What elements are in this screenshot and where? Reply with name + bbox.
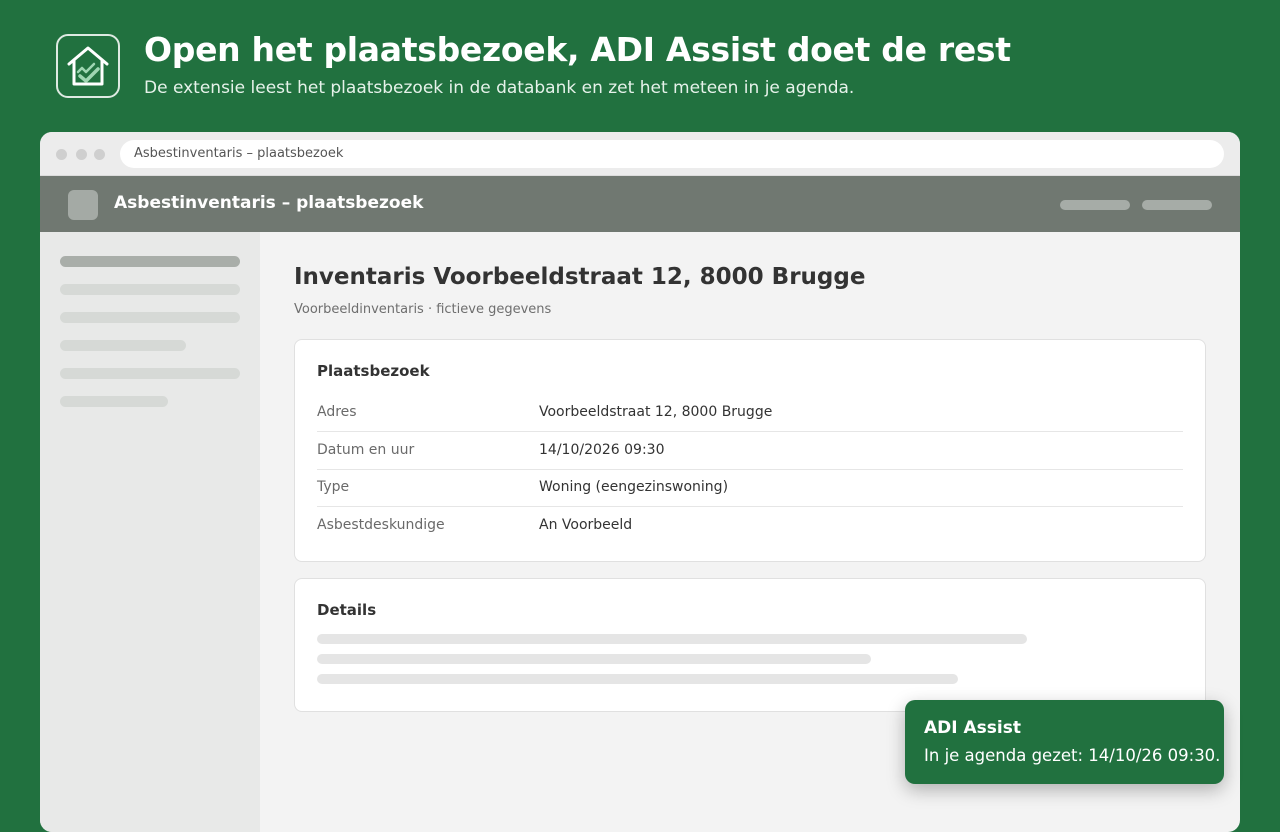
window-minimize-dot[interactable]	[76, 149, 87, 160]
sidebar	[40, 232, 260, 832]
details-placeholder-line	[317, 634, 1027, 644]
toast-message: In je agenda gezet: 14/10/26 09:30.	[924, 746, 1221, 765]
visit-row-address: Adres Voorbeeldstraat 12, 8000 Brugge	[317, 394, 1183, 432]
house-check-icon	[56, 34, 120, 98]
hero-title: Open het plaatsbezoek, ADI Assist doet d…	[144, 30, 1011, 69]
details-placeholder-line	[317, 654, 871, 664]
toast-title: ADI Assist	[924, 718, 1021, 738]
hero-banner: Open het plaatsbezoek, ADI Assist doet d…	[0, 0, 1280, 132]
row-label: Asbestdeskundige	[317, 517, 445, 533]
window-maximize-dot[interactable]	[94, 149, 105, 160]
sidebar-item[interactable]	[60, 368, 240, 379]
sidebar-item-active[interactable]	[60, 256, 240, 267]
sidebar-item[interactable]	[60, 284, 240, 295]
app-header: Asbestinventaris – plaatsbezoek	[40, 176, 1240, 232]
row-label: Datum en uur	[317, 442, 415, 458]
window-close-dot[interactable]	[56, 149, 67, 160]
app-logo-icon	[68, 190, 98, 220]
visit-row-type: Type Woning (eengezinswoning)	[317, 469, 1183, 507]
sidebar-item[interactable]	[60, 340, 186, 351]
details-placeholder-line	[317, 674, 958, 684]
address-bar[interactable]: Asbestinventaris – plaatsbezoek	[120, 140, 1224, 168]
page-title: Inventaris Voorbeeldstraat 12, 8000 Brug…	[294, 264, 866, 290]
visit-card-title: Plaatsbezoek	[317, 362, 430, 380]
sidebar-item[interactable]	[60, 396, 168, 407]
hero-subtitle: De extensie leest het plaatsbezoek in de…	[144, 78, 855, 98]
header-nav-placeholder[interactable]	[1060, 200, 1130, 210]
visit-card: Plaatsbezoek Adres Voorbeeldstraat 12, 8…	[294, 339, 1206, 562]
details-card-title: Details	[317, 601, 377, 619]
app-title: Asbestinventaris – plaatsbezoek	[114, 193, 424, 213]
row-label: Adres	[317, 404, 357, 420]
row-value: 14/10/2026 09:30	[539, 442, 665, 458]
details-card: Details	[294, 578, 1206, 712]
browser-toolbar: Asbestinventaris – plaatsbezoek	[40, 132, 1240, 176]
visit-row-datetime: Datum en uur 14/10/2026 09:30	[317, 432, 1183, 470]
row-value: Woning (eengezinswoning)	[539, 479, 729, 495]
row-value: An Voorbeeld	[539, 517, 633, 533]
header-nav-placeholder[interactable]	[1142, 200, 1212, 210]
row-value: Voorbeeldstraat 12, 8000 Brugge	[539, 404, 773, 420]
page-subtitle: Voorbeeldinventaris · fictieve gegevens	[294, 302, 552, 317]
sidebar-item[interactable]	[60, 312, 240, 323]
row-label: Type	[317, 479, 350, 495]
visit-row-expert: Asbestdeskundige An Voorbeeld	[317, 507, 1183, 545]
adi-assist-toast[interactable]: ADI Assist In je agenda gezet: 14/10/26 …	[905, 700, 1224, 784]
